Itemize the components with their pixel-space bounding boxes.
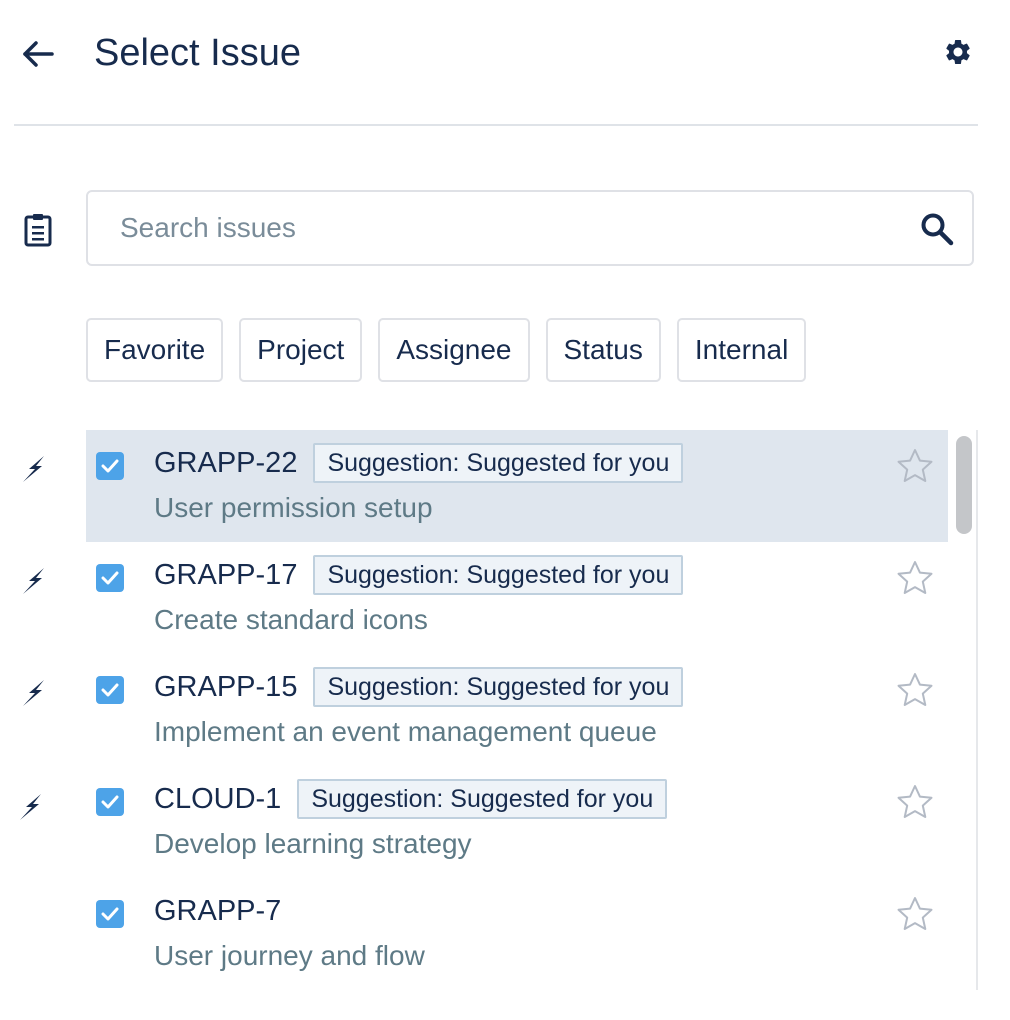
issue-checkbox[interactable] <box>96 452 124 480</box>
star-icon[interactable] <box>896 784 934 820</box>
issue-summary[interactable]: Implement an event management queue <box>154 714 657 750</box>
settings-button[interactable] <box>938 32 978 72</box>
filter-status[interactable]: Status <box>545 318 661 382</box>
issue-key[interactable]: GRAPP-22 <box>154 447 297 480</box>
issue-key[interactable]: CLOUD-1 <box>154 783 281 816</box>
checkmark-icon <box>101 459 119 473</box>
star-icon[interactable] <box>896 560 934 596</box>
issue-checkbox[interactable] <box>96 676 124 704</box>
list-item[interactable]: GRAPP-17 Suggestion: Suggested for you C… <box>0 542 948 654</box>
suggestion-badge: Suggestion: Suggested for you <box>313 555 684 595</box>
clipboard-icon <box>24 214 52 247</box>
filter-project[interactable]: Project <box>239 318 363 382</box>
search-box <box>86 190 974 266</box>
suggestion-badge: Suggestion: Suggested for you <box>297 779 668 819</box>
issue-key-line: CLOUD-1 Suggestion: Suggested for you <box>154 776 668 822</box>
lightning-icon <box>23 456 44 482</box>
search-icon[interactable] <box>920 212 954 246</box>
issue-key[interactable]: GRAPP-7 <box>154 895 281 928</box>
checkmark-icon <box>101 571 119 585</box>
issue-list[interactable]: GRAPP-22 Suggestion: Suggested for you U… <box>0 430 980 990</box>
filter-favorite[interactable]: Favorite <box>86 318 224 382</box>
list-item[interactable]: GRAPP-7 User journey and flow <box>0 878 948 990</box>
issue-key[interactable]: GRAPP-15 <box>154 671 297 704</box>
lightning-icon <box>23 568 44 594</box>
search-input[interactable] <box>120 192 900 264</box>
scrollbar-thumb[interactable] <box>956 436 972 534</box>
select-issue-panel: Select Issue Favorite Project Assignee S… <box>0 0 1010 1020</box>
suggestion-badge: Suggestion: Suggested for you <box>313 667 684 707</box>
list-item[interactable]: GRAPP-15 Suggestion: Suggested for you I… <box>0 654 948 766</box>
checkmark-icon <box>101 795 119 809</box>
back-button[interactable] <box>18 34 58 74</box>
lightning-icon <box>23 680 44 706</box>
issue-summary[interactable]: User journey and flow <box>154 938 425 974</box>
gear-icon <box>946 39 970 64</box>
issue-summary[interactable]: Develop learning strategy <box>154 826 472 862</box>
checkmark-icon <box>101 907 119 921</box>
checkmark-icon <box>101 683 119 697</box>
filter-assignee[interactable]: Assignee <box>378 318 530 382</box>
lightning-icon <box>20 794 41 820</box>
issue-summary[interactable]: Create standard icons <box>154 602 428 638</box>
filter-bar: Favorite Project Assignee Status Interna… <box>86 318 807 382</box>
header-divider <box>14 124 978 126</box>
issue-checkbox[interactable] <box>96 788 124 816</box>
star-icon[interactable] <box>896 448 934 484</box>
issue-key[interactable]: GRAPP-17 <box>154 559 297 592</box>
list-item[interactable]: CLOUD-1 Suggestion: Suggested for you De… <box>0 766 948 878</box>
issue-checkbox[interactable] <box>96 564 124 592</box>
suggestion-badge: Suggestion: Suggested for you <box>313 443 684 483</box>
issue-summary[interactable]: User permission setup <box>154 490 433 526</box>
issue-key-line: GRAPP-7 <box>154 888 297 934</box>
star-icon[interactable] <box>896 672 934 708</box>
issue-key-line: GRAPP-22 Suggestion: Suggested for you <box>154 440 684 486</box>
arrow-left-icon <box>23 41 54 67</box>
page-title: Select Issue <box>94 32 301 74</box>
issue-checkbox[interactable] <box>96 900 124 928</box>
star-icon[interactable] <box>896 896 934 932</box>
filter-internal[interactable]: Internal <box>676 318 807 382</box>
issue-key-line: GRAPP-15 Suggestion: Suggested for you <box>154 664 684 710</box>
list-item[interactable]: GRAPP-22 Suggestion: Suggested for you U… <box>0 430 948 542</box>
issue-key-line: GRAPP-17 Suggestion: Suggested for you <box>154 552 684 598</box>
